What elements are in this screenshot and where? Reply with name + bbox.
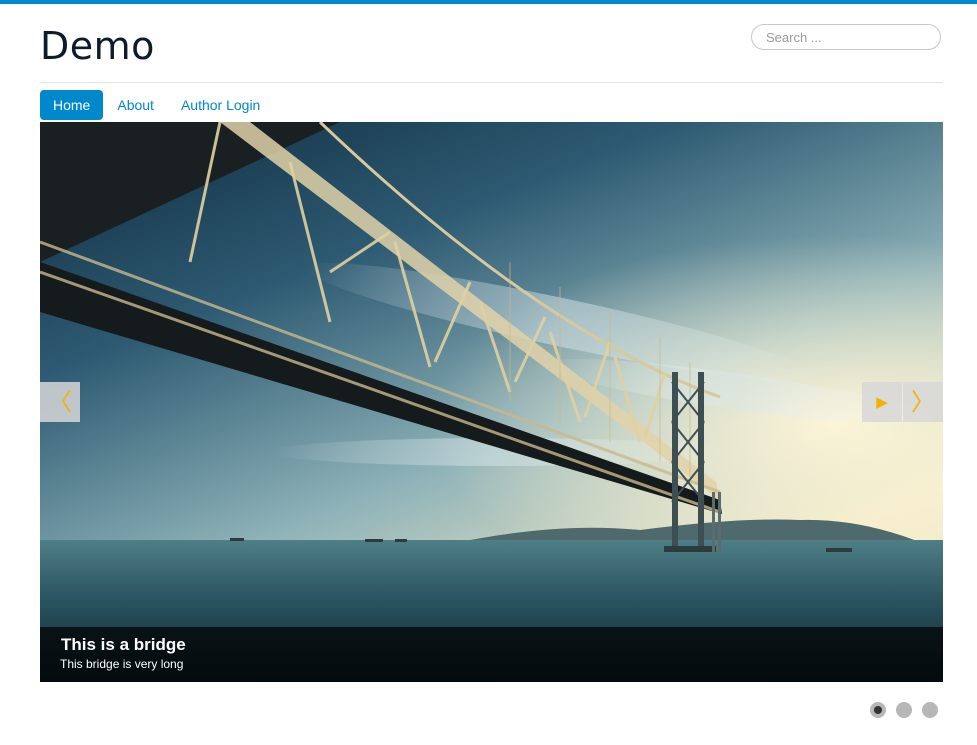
slide-image-bridge [40,122,943,682]
caption-title: This is a bridge [61,635,186,654]
slideshow-play-button[interactable]: ▶ [862,382,902,422]
nav-item-author-login[interactable]: Author Login [168,90,273,120]
image-slideshow[interactable]: 〈 ▶ 〉 This is a bridge This bridge is ve… [40,122,943,682]
play-icon: ▶ [876,393,888,411]
slide-dot-2[interactable] [896,702,912,718]
site-title: Demo [40,24,155,68]
search-input[interactable] [751,24,941,50]
slide-dot-1[interactable] [870,702,886,718]
slide-caption: This is a bridge This bridge is very lon… [40,627,943,682]
caption-text: This bridge is very long [60,657,184,671]
chevron-right-icon: 〉 [911,388,935,416]
slideshow-prev-button[interactable]: 〈 [40,382,80,422]
nav-item-home[interactable]: Home [40,90,104,120]
nav-item-about[interactable]: About [104,90,167,120]
main-nav: Home About Author Login [40,90,274,120]
header-divider [40,82,943,83]
slide-dot-3[interactable] [922,702,938,718]
slideshow-next-button[interactable]: 〉 [903,382,943,422]
chevron-left-icon: 〈 [48,388,72,416]
slideshow-pagination [870,702,938,718]
top-accent-bar [0,0,977,4]
